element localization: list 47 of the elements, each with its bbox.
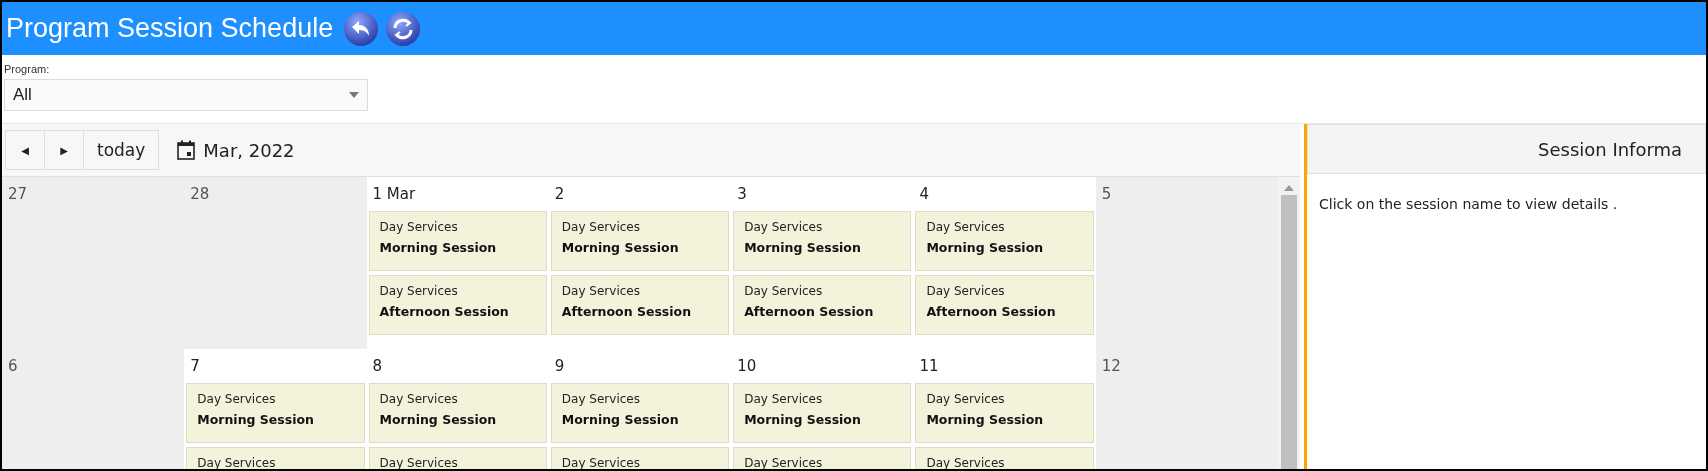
- session-event[interactable]: Day Services Afternoon Session: [915, 275, 1094, 335]
- scroll-up-icon[interactable]: [1284, 185, 1294, 191]
- panel-title: Session Informa: [1538, 138, 1683, 160]
- day-number: 7: [189, 356, 201, 377]
- previous-button[interactable]: ◀: [5, 130, 45, 170]
- program-label: Program:: [4, 63, 50, 75]
- session-event[interactable]: Day Services Morning Session: [368, 383, 547, 443]
- day-number: 6: [7, 356, 19, 377]
- session-event[interactable]: Day Services Morning Session: [368, 211, 547, 271]
- session-event[interactable]: Day Services: [915, 447, 1094, 469]
- next-button[interactable]: ▶: [44, 130, 84, 170]
- session-event[interactable]: Day Services: [550, 447, 730, 469]
- day-number: 2: [553, 184, 566, 205]
- day-number: 8: [371, 356, 384, 377]
- session-event[interactable]: Day Services Morning Session: [550, 383, 730, 443]
- info-message: Click on the session name to view details .: [1318, 195, 1618, 212]
- session-event[interactable]: Day Services Afternoon Session: [550, 275, 730, 335]
- refresh-icon[interactable]: [385, 10, 422, 47]
- day-number: 3: [736, 184, 748, 205]
- page-title: Program Session Schedule: [6, 13, 334, 44]
- day-number: 10: [736, 356, 758, 377]
- scrollbar-thumb[interactable]: [1281, 195, 1297, 469]
- month-label: Mar, 2022: [203, 139, 295, 161]
- session-event[interactable]: Day Services: [368, 447, 547, 469]
- day-number: 1 Mar: [371, 184, 417, 205]
- back-icon[interactable]: [343, 10, 380, 47]
- session-event[interactable]: Day Services Afternoon Session: [733, 275, 912, 335]
- session-event[interactable]: Day Services: [733, 447, 912, 469]
- today-button[interactable]: today: [83, 130, 160, 170]
- session-event[interactable]: Day Services Afternoon Session: [368, 275, 547, 335]
- day-number: 12: [1100, 356, 1122, 377]
- session-event[interactable]: Day Services Morning Session: [915, 383, 1094, 443]
- calendar-icon: [177, 139, 196, 160]
- day-number: 28: [189, 184, 211, 205]
- session-event[interactable]: Day Services Morning Session: [186, 383, 365, 443]
- program-select[interactable]: All: [4, 79, 368, 111]
- session-event[interactable]: Day Services Morning Session: [733, 383, 912, 443]
- day-number: 9: [553, 356, 566, 377]
- session-event[interactable]: Day Services Morning Session: [915, 211, 1094, 271]
- day-number: 27: [7, 184, 29, 205]
- session-event[interactable]: Day Services Morning Session: [733, 211, 912, 271]
- day-number: 5: [1100, 184, 1113, 205]
- caret-icon: [349, 92, 359, 98]
- day-number: 11: [918, 356, 940, 377]
- session-event[interactable]: Day Services Morning Session: [550, 211, 730, 271]
- session-event[interactable]: Day Services: [186, 447, 365, 469]
- day-number: 4: [918, 184, 930, 205]
